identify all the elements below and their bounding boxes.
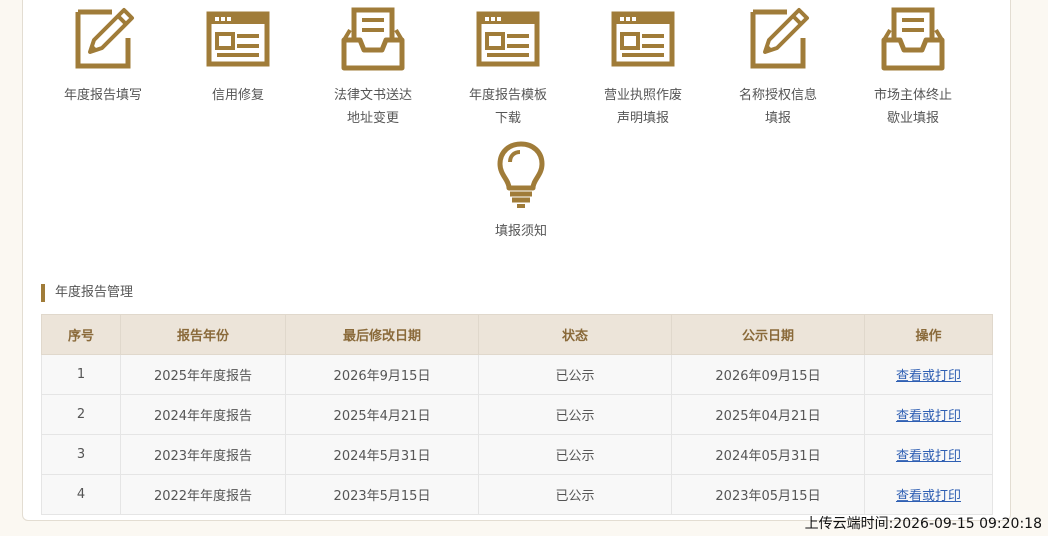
cell-action: 查看或打印 [864, 394, 993, 435]
col-header-publish-date: 公示日期 [671, 314, 865, 355]
service-legal-address-change[interactable]: 法律文书送达 地址变更 [308, 4, 438, 130]
service-label: 名称授权信息 填报 [738, 88, 817, 126]
cell-index: 3 [41, 434, 121, 475]
cell-publish-date: 2024年05月31日 [671, 434, 865, 475]
cell-index: 2 [41, 394, 121, 435]
cell-status: 已公示 [478, 474, 672, 515]
service-label: 信用修复 [211, 88, 264, 103]
cell-last-modified: 2026年9月15日 [285, 354, 479, 395]
annual-report-table: 序号 报告年份 最后修改日期 状态 公示日期 操作 1 2025年年度报告 20… [41, 314, 993, 515]
service-report-template-download[interactable]: 年度报告模板 下载 [443, 4, 573, 130]
view-or-print-link[interactable]: 查看或打印 [896, 369, 961, 384]
col-header-last-modified: 最后修改日期 [285, 314, 479, 355]
service-annual-report-fill[interactable]: 年度报告填写 [38, 4, 168, 107]
service-credit-repair[interactable]: 信用修复 [173, 4, 303, 107]
cell-last-modified: 2025年4月21日 [285, 394, 479, 435]
service-label: 法律文书送达 地址变更 [333, 88, 412, 126]
section-title-annual-report-management: 年度报告管理 [41, 284, 133, 302]
table-row: 2 2024年年度报告 2025年4月21日 已公示 2025年04月21日 查… [41, 394, 993, 435]
service-label: 填报须知 [494, 224, 547, 239]
table-header-row: 序号 报告年份 最后修改日期 状态 公示日期 操作 [41, 314, 993, 355]
cell-action: 查看或打印 [864, 354, 993, 395]
cell-publish-date: 2025年04月21日 [671, 394, 865, 435]
lightbulb-icon [497, 141, 545, 208]
cell-publish-date: 2026年09月15日 [671, 354, 865, 395]
service-label: 年度报告填写 [63, 88, 142, 103]
cell-index: 1 [41, 354, 121, 395]
cell-report-year: 2022年年度报告 [120, 474, 286, 515]
cell-report-year: 2024年年度报告 [120, 394, 286, 435]
cell-report-year: 2023年年度报告 [120, 434, 286, 475]
table-row: 3 2023年年度报告 2024年5月31日 已公示 2024年05月31日 查… [41, 434, 993, 475]
cell-action: 查看或打印 [864, 434, 993, 475]
cell-publish-date: 2023年05月15日 [671, 474, 865, 515]
cell-index: 4 [41, 474, 121, 515]
service-filing-notice[interactable]: 填报须知 [456, 140, 586, 243]
view-or-print-link[interactable]: 查看或打印 [896, 449, 961, 464]
form-icon [206, 11, 270, 67]
service-license-void-declaration[interactable]: 营业执照作废 声明填报 [578, 4, 708, 130]
edit-icon [75, 8, 134, 69]
edit-icon [750, 8, 809, 69]
view-or-print-link[interactable]: 查看或打印 [896, 489, 961, 504]
col-header-index: 序号 [41, 314, 121, 355]
cell-status: 已公示 [478, 434, 672, 475]
service-label: 营业执照作废 声明填报 [603, 88, 682, 126]
inbox-icon [881, 7, 945, 71]
cell-action: 查看或打印 [864, 474, 993, 515]
cell-status: 已公示 [478, 394, 672, 435]
col-header-action: 操作 [864, 314, 993, 355]
service-label: 年度报告模板 下载 [468, 88, 547, 126]
cell-last-modified: 2024年5月31日 [285, 434, 479, 475]
service-icon-grid: 年度报告填写 信用修复 法律文书送达 地址变更 年度报告模板 下载 营业执照作废… [0, 0, 1048, 250]
table-row: 1 2025年年度报告 2026年9月15日 已公示 2026年09月15日 查… [41, 354, 993, 395]
col-header-report-year: 报告年份 [120, 314, 286, 355]
service-label: 市场主体终止 歇业填报 [873, 88, 952, 126]
cell-report-year: 2025年年度报告 [120, 354, 286, 395]
form-icon [611, 11, 675, 67]
upload-timestamp: 上传云端时间:2026-09-15 09:20:18 [804, 516, 1042, 532]
inbox-icon [341, 7, 405, 71]
service-name-authorization[interactable]: 名称授权信息 填报 [713, 4, 843, 130]
service-entity-termination[interactable]: 市场主体终止 歇业填报 [848, 4, 978, 130]
table-row: 4 2022年年度报告 2023年5月15日 已公示 2023年05月15日 查… [41, 474, 993, 515]
view-or-print-link[interactable]: 查看或打印 [896, 409, 961, 424]
cell-status: 已公示 [478, 354, 672, 395]
cell-last-modified: 2023年5月15日 [285, 474, 479, 515]
col-header-status: 状态 [478, 314, 672, 355]
form-icon [476, 11, 540, 67]
